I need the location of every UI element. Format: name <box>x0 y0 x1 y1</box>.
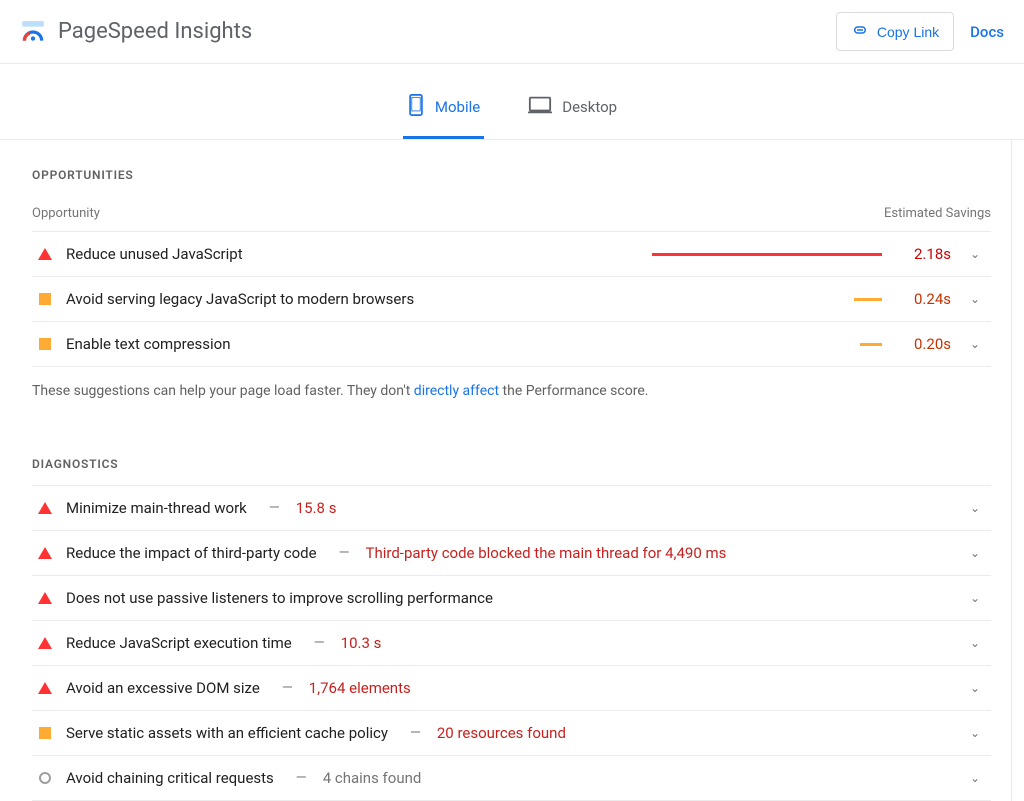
tab-mobile-label: Mobile <box>435 98 480 116</box>
triangle-fail-icon <box>38 637 52 649</box>
tab-mobile[interactable]: Mobile <box>403 84 484 139</box>
opportunities-note: These suggestions can help your page loa… <box>32 367 991 409</box>
app-title: PageSpeed Insights <box>58 19 252 44</box>
link-icon <box>851 21 869 42</box>
diagnostic-title: Avoid an excessive DOM size <box>66 679 260 697</box>
diagnostic-title: Reduce JavaScript execution time <box>66 634 292 652</box>
diagnostic-detail: 15.8 s <box>296 499 337 517</box>
diagnostic-detail: 1,764 elements <box>309 679 411 697</box>
savings-bar <box>652 298 882 301</box>
savings-value: 0.24s <box>896 290 951 308</box>
opportunity-title: Enable text compression <box>66 335 231 353</box>
tab-desktop-label: Desktop <box>562 98 617 116</box>
savings-value: 2.18s <box>896 245 951 263</box>
note-suffix: the Performance score. <box>499 383 648 399</box>
diagnostic-row[interactable]: Does not use passive listeners to improv… <box>32 576 991 621</box>
triangle-fail-icon <box>38 248 52 260</box>
note-link[interactable]: directly affect <box>414 383 499 399</box>
desktop-icon <box>528 96 552 118</box>
savings-bar <box>652 253 882 256</box>
chevron-down-icon[interactable]: ⌄ <box>965 501 985 515</box>
chevron-down-icon[interactable]: ⌄ <box>965 337 985 351</box>
tab-desktop[interactable]: Desktop <box>524 86 621 137</box>
device-tabs: Mobile Desktop <box>0 64 1024 140</box>
triangle-fail-icon <box>38 502 52 514</box>
chevron-down-icon[interactable]: ⌄ <box>965 771 985 785</box>
chevron-down-icon[interactable]: ⌄ <box>965 636 985 650</box>
diagnostic-title: Avoid chaining critical requests <box>66 769 274 787</box>
chevron-down-icon[interactable]: ⌄ <box>965 681 985 695</box>
chevron-down-icon[interactable]: ⌄ <box>965 591 985 605</box>
diagnostic-row[interactable]: Avoid an excessive DOM size—1,764 elemen… <box>32 666 991 711</box>
opportunity-row[interactable]: Avoid serving legacy JavaScript to moder… <box>32 277 991 322</box>
diagnostics-heading: DIAGNOSTICS <box>32 409 991 485</box>
diagnostic-row[interactable]: Reduce JavaScript execution time—10.3 s⌄ <box>32 621 991 666</box>
app-header: PageSpeed Insights Copy Link Docs <box>0 0 1024 64</box>
chevron-down-icon[interactable]: ⌄ <box>965 247 985 261</box>
header-left: PageSpeed Insights <box>20 19 252 45</box>
triangle-fail-icon <box>38 592 52 604</box>
col-opportunity: Opportunity <box>32 206 100 221</box>
opportunity-title: Reduce unused JavaScript <box>66 245 243 263</box>
chevron-down-icon[interactable]: ⌄ <box>965 726 985 740</box>
triangle-fail-icon <box>38 682 52 694</box>
pagespeed-logo-icon <box>20 19 46 45</box>
copy-link-button[interactable]: Copy Link <box>836 12 954 51</box>
diagnostics-list: Minimize main-thread work—15.8 s⌄Reduce … <box>32 485 991 801</box>
report-content: OPPORTUNITIES Opportunity Estimated Savi… <box>12 140 1012 801</box>
diagnostic-detail: 4 chains found <box>323 769 422 787</box>
opportunity-row[interactable]: Reduce unused JavaScript 2.18s ⌄ <box>32 232 991 277</box>
savings-value: 0.20s <box>896 335 951 353</box>
diagnostic-row[interactable]: Minimize main-thread work—15.8 s⌄ <box>32 486 991 531</box>
diagnostic-title: Serve static assets with an efficient ca… <box>66 724 388 742</box>
opportunities-columns: Opportunity Estimated Savings <box>32 196 991 232</box>
opportunities-heading: OPPORTUNITIES <box>32 140 991 196</box>
diagnostic-row[interactable]: Serve static assets with an efficient ca… <box>32 711 991 756</box>
diagnostic-detail: Third-party code blocked the main thread… <box>366 544 727 562</box>
square-warn-icon <box>38 338 52 350</box>
diagnostic-detail: 10.3 s <box>341 634 382 652</box>
col-savings: Estimated Savings <box>884 206 991 221</box>
diagnostic-row[interactable]: Avoid chaining critical requests—4 chain… <box>32 756 991 801</box>
diagnostic-row[interactable]: Reduce the impact of third-party code—Th… <box>32 531 991 576</box>
triangle-fail-icon <box>38 547 52 559</box>
header-right: Copy Link Docs <box>836 12 1004 51</box>
square-warn-icon <box>38 727 52 739</box>
note-prefix: These suggestions can help your page loa… <box>32 383 414 399</box>
docs-link[interactable]: Docs <box>970 23 1004 41</box>
chevron-down-icon[interactable]: ⌄ <box>965 292 985 306</box>
copy-link-label: Copy Link <box>877 24 939 40</box>
savings-bar <box>652 343 882 346</box>
diagnostic-detail: 20 resources found <box>437 724 566 742</box>
opportunity-row[interactable]: Enable text compression 0.20s ⌄ <box>32 322 991 367</box>
chevron-down-icon[interactable]: ⌄ <box>965 546 985 560</box>
mobile-icon <box>407 94 425 120</box>
square-warn-icon <box>38 293 52 305</box>
opportunity-title: Avoid serving legacy JavaScript to moder… <box>66 290 414 308</box>
diagnostic-title: Reduce the impact of third-party code <box>66 544 317 562</box>
diagnostic-title: Minimize main-thread work <box>66 499 247 517</box>
circle-info-icon <box>38 772 52 784</box>
opportunities-list: Reduce unused JavaScript 2.18s ⌄ Avoid serv… <box>32 232 991 367</box>
diagnostic-title: Does not use passive listeners to improv… <box>66 589 493 607</box>
